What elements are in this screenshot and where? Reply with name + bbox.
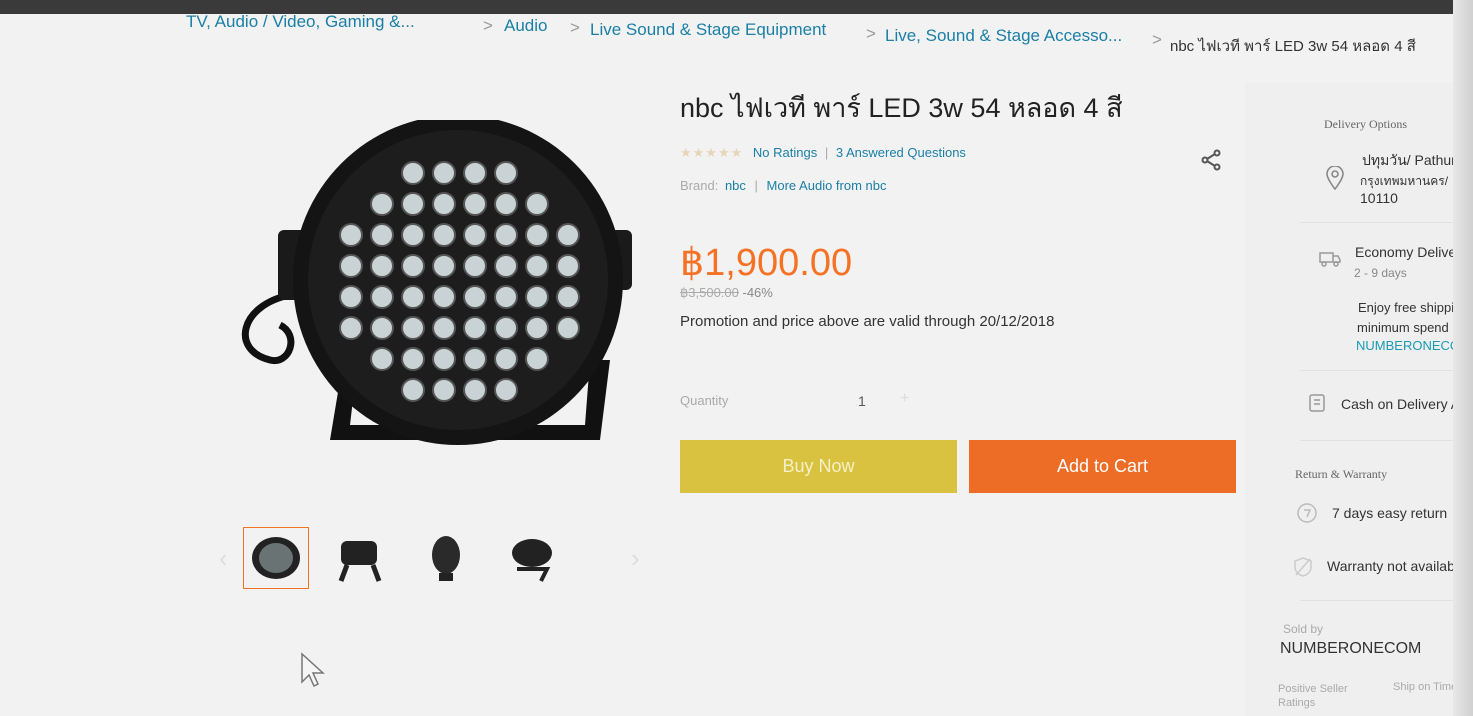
location-pin-icon bbox=[1325, 165, 1345, 195]
divider bbox=[1300, 440, 1473, 441]
share-icon[interactable] bbox=[1198, 147, 1224, 173]
easy-return-text: 7 days easy return bbox=[1332, 505, 1448, 521]
location-line-3[interactable]: 10110 bbox=[1360, 190, 1398, 206]
seller-name[interactable]: NUMBERONECOM bbox=[1280, 640, 1421, 658]
thumbnail-4[interactable] bbox=[499, 527, 565, 589]
rating-stars: ★★★★★ bbox=[680, 145, 744, 160]
separator: | bbox=[824, 145, 829, 160]
chevron-right-icon: > bbox=[866, 24, 876, 43]
breadcrumb-current: nbc ไฟเวที พาร์ LED 3w 54 หลอด 4 สี bbox=[1170, 38, 1416, 55]
monitor-edge bbox=[1453, 0, 1473, 716]
breadcrumb-item-live-sound[interactable]: Live Sound & Stage Equipment bbox=[590, 20, 826, 40]
buy-now-button[interactable]: Buy Now bbox=[680, 440, 957, 493]
sold-by-label: Sold by bbox=[1283, 622, 1324, 636]
free-shipping-line-2: minimum spend o bbox=[1357, 320, 1460, 335]
location-line-2[interactable]: กรุงเทพมหานคร/ bbox=[1360, 172, 1448, 191]
cash-on-delivery: Cash on Delivery A bbox=[1341, 396, 1461, 412]
truck-icon bbox=[1318, 250, 1342, 273]
free-shipping-line-1: Enjoy free shippir bbox=[1358, 300, 1459, 315]
divider bbox=[1300, 222, 1473, 223]
thumbnail-2[interactable] bbox=[327, 527, 393, 589]
ratings-link[interactable]: No Ratings bbox=[753, 145, 817, 160]
return-icon bbox=[1296, 502, 1318, 529]
chevron-left-icon[interactable]: ‹ bbox=[219, 543, 228, 574]
divider bbox=[1300, 370, 1473, 371]
product-main-image[interactable] bbox=[230, 115, 640, 455]
quantity-label: Quantity bbox=[680, 393, 729, 408]
location-line-1[interactable]: ปทุมวัน/ Pathum bbox=[1362, 150, 1463, 172]
mouse-cursor-icon bbox=[300, 652, 326, 693]
more-from-brand-link[interactable]: More Audio from nbc bbox=[767, 178, 887, 193]
product-price: ฿1,900.00 bbox=[680, 242, 853, 284]
economy-delivery-days: 2 - 9 days bbox=[1354, 266, 1407, 280]
positive-seller-label: Positive Seller bbox=[1278, 683, 1348, 695]
questions-link[interactable]: 3 Answered Questions bbox=[836, 145, 966, 160]
free-shipping-code[interactable]: NUMBERONECO bbox=[1356, 338, 1460, 353]
chevron-right-icon: > bbox=[570, 18, 580, 37]
positive-seller-label-2: Ratings bbox=[1278, 697, 1316, 709]
ratings-row: ★★★★★ No Ratings | 3 Answered Questions bbox=[680, 145, 966, 161]
cash-icon bbox=[1307, 393, 1327, 418]
breadcrumb-item-accessories[interactable]: Live, Sound & Stage Accesso... bbox=[885, 26, 1122, 46]
thumbnail-strip: ‹ › bbox=[215, 525, 655, 595]
breadcrumb-item-audio[interactable]: Audio bbox=[504, 16, 547, 36]
delivery-options-header: Delivery Options bbox=[1324, 117, 1407, 131]
chevron-right-icon: > bbox=[483, 16, 493, 35]
breadcrumb-item-tv-audio[interactable]: TV, Audio / Video, Gaming &... bbox=[186, 12, 415, 32]
discount-badge: -46% bbox=[742, 285, 773, 300]
product-title: nbc ไฟเวที พาร์ LED 3w 54 หลอด 4 สี bbox=[680, 93, 1123, 123]
ship-on-time-label: Ship on Time bbox=[1393, 681, 1458, 693]
promotion-text: Promotion and price above are valid thro… bbox=[680, 313, 1055, 330]
quantity-value[interactable]: 1 bbox=[858, 393, 866, 409]
economy-delivery-title: Economy Delive bbox=[1355, 244, 1457, 260]
breadcrumb: TV, Audio / Video, Gaming &... > Audio >… bbox=[0, 8, 1473, 55]
warranty-icon bbox=[1292, 556, 1314, 583]
return-warranty-header: Return & Warranty bbox=[1295, 467, 1388, 481]
thumbnail-1[interactable] bbox=[243, 527, 309, 589]
brand-label: Brand: bbox=[680, 178, 719, 193]
chevron-right-icon[interactable]: › bbox=[631, 543, 640, 574]
quantity-increase-button[interactable]: + bbox=[900, 390, 909, 408]
brand-link[interactable]: nbc bbox=[725, 178, 746, 193]
warranty-text: Warranty not availab bbox=[1327, 558, 1455, 574]
chevron-right-icon: > bbox=[1152, 30, 1162, 49]
thumbnail-3[interactable] bbox=[413, 527, 479, 589]
original-price-row: ฿3,500.00 -46% bbox=[680, 285, 773, 301]
original-price: ฿3,500.00 bbox=[680, 285, 739, 300]
add-to-cart-button[interactable]: Add to Cart bbox=[969, 440, 1236, 493]
divider bbox=[1300, 600, 1473, 601]
brand-row: Brand: nbc | More Audio from nbc bbox=[680, 178, 887, 193]
